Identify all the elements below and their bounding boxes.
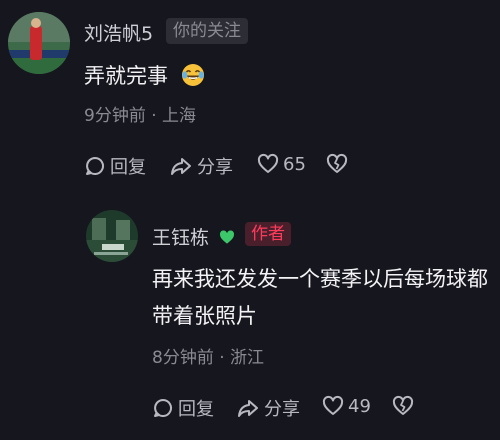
share-arrow-icon [238, 400, 258, 417]
comment-meta: 9分钟前 · 上海 [84, 101, 196, 126]
comment-text-body: 弄就完事 [84, 64, 168, 88]
commenter-name[interactable]: 刘浩帆5 [84, 19, 153, 46]
share-label: 分享 [197, 157, 233, 178]
reply-time: 8分钟前 [152, 348, 214, 368]
comment-bubble-icon [86, 157, 104, 175]
reply-dislike-button[interactable] [392, 395, 414, 417]
author-tag: 作者 [245, 222, 291, 246]
comment-location: 上海 [162, 106, 197, 126]
reply-author-name-text: 王钰栋 [152, 227, 210, 249]
share-label: 分享 [264, 399, 300, 420]
reply-author-name[interactable]: 王钰栋 [152, 223, 236, 251]
share-button[interactable]: 分享 [169, 153, 233, 179]
reply-button[interactable]: 回复 [84, 153, 146, 179]
following-tag: 你的关注 [166, 18, 248, 44]
broken-heart-icon [392, 395, 414, 415]
share-arrow-icon [171, 158, 191, 175]
reply-like-button[interactable]: 49 [322, 395, 371, 417]
laughing-tears-emoji-icon [181, 63, 205, 92]
comment-text: 弄就完事 [84, 60, 205, 92]
comment-time: 9分钟前 [84, 106, 146, 126]
like-count: 49 [348, 395, 371, 417]
reply-reply-button[interactable]: 回复 [152, 395, 214, 421]
heart-icon [257, 153, 279, 173]
like-button[interactable]: 65 [257, 153, 306, 175]
comment-bubble-icon [154, 399, 172, 417]
green-heart-icon [218, 229, 236, 251]
like-count: 65 [283, 153, 306, 175]
meta-separator: · [219, 348, 225, 368]
reply-share-button[interactable]: 分享 [236, 395, 300, 421]
dislike-button[interactable] [326, 153, 348, 175]
reply-meta: 8分钟前 · 浙江 [152, 343, 264, 368]
reply-label: 回复 [178, 399, 214, 420]
reply-text-line-2: 带着张照片 [152, 304, 257, 328]
reply-location: 浙江 [230, 348, 265, 368]
meta-separator: · [151, 106, 157, 126]
heart-icon [322, 395, 344, 415]
reply-label: 回复 [110, 157, 146, 178]
reply-text-line-1: 再来我还发发一个赛季以后每场球都 [152, 267, 488, 291]
reply-author-avatar[interactable] [86, 210, 138, 262]
broken-heart-icon [326, 153, 348, 173]
commenter-avatar[interactable] [8, 12, 70, 74]
